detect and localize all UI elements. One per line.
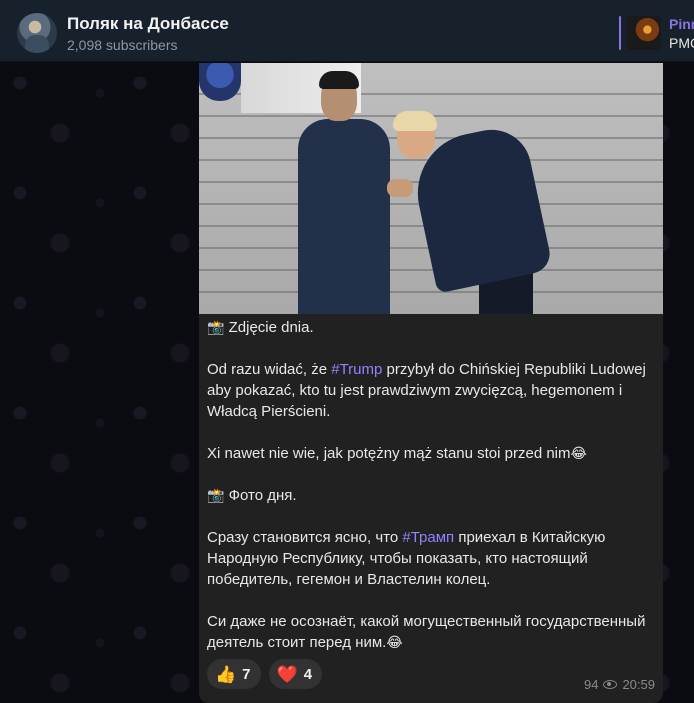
message-bubble[interactable]: 📸 Zdjęcie dnia. Od razu widać, że #Trump… — [199, 63, 663, 703]
message-meta: 94 20:59 — [584, 677, 655, 692]
pinned-preview: PMC — [669, 35, 694, 51]
pinned-title: Pinn — [669, 16, 694, 32]
pinned-message[interactable]: Pinn PMC — [619, 10, 694, 54]
photo-figure-left — [298, 119, 390, 314]
pinned-thumbnail — [627, 16, 661, 50]
photo-vase — [199, 63, 241, 101]
laughing-emoji: 😂 — [386, 634, 403, 650]
message-photo[interactable] — [199, 63, 663, 314]
caption-paragraph: 📸 Фото дня. — [207, 487, 297, 504]
photo-figure-left-hair — [319, 71, 359, 89]
reactions-bar: 👍 7 ❤️ 4 — [207, 659, 323, 689]
message-time: 20:59 — [622, 677, 655, 692]
reaction-thumbs-up[interactable]: 👍 7 — [207, 659, 261, 689]
view-count: 94 — [583, 677, 599, 692]
hashtag-link[interactable]: #Трамп — [402, 529, 454, 546]
camera-flash-emoji: 📸 — [207, 487, 225, 503]
photo-figure-right-hair — [393, 111, 437, 131]
heart-icon: ❤️ — [276, 664, 298, 684]
message-caption: 📸 Zdjęcie dnia. Od razu widać, że #Trump… — [207, 317, 655, 653]
reaction-count: 4 — [303, 665, 313, 683]
caption-paragraph: Си даже не осознаёт, какой могущественны… — [207, 613, 646, 651]
channel-avatar[interactable] — [17, 13, 57, 53]
pinned-indicator — [619, 16, 621, 50]
photo-handshake — [387, 179, 413, 197]
channel-header[interactable]: Поляк на Донбассе 2,098 subscribers Pinn… — [0, 0, 694, 62]
camera-flash-emoji: 📸 — [207, 319, 225, 335]
caption-paragraph: Xi nawet nie wie, jak potężny mąż stanu … — [207, 445, 587, 462]
hashtag-link[interactable]: #Trump — [331, 361, 382, 378]
thumbs-up-icon: 👍 — [215, 664, 237, 684]
reaction-count: 7 — [242, 665, 251, 683]
laughing-emoji: 😂 — [570, 445, 587, 461]
eye-icon — [603, 680, 618, 689]
channel-title[interactable]: Поляк на Донбассе — [67, 14, 229, 34]
caption-paragraph: Od razu widać, że #Trump przybył do Chiń… — [207, 361, 646, 420]
reaction-heart[interactable]: ❤️ 4 — [268, 659, 323, 689]
caption-paragraph: 📸 Zdjęcie dnia. — [207, 319, 314, 336]
caption-paragraph: Сразу становится ясно, что #Трамп приеха… — [207, 529, 606, 588]
subscriber-count: 2,098 subscribers — [67, 37, 178, 53]
